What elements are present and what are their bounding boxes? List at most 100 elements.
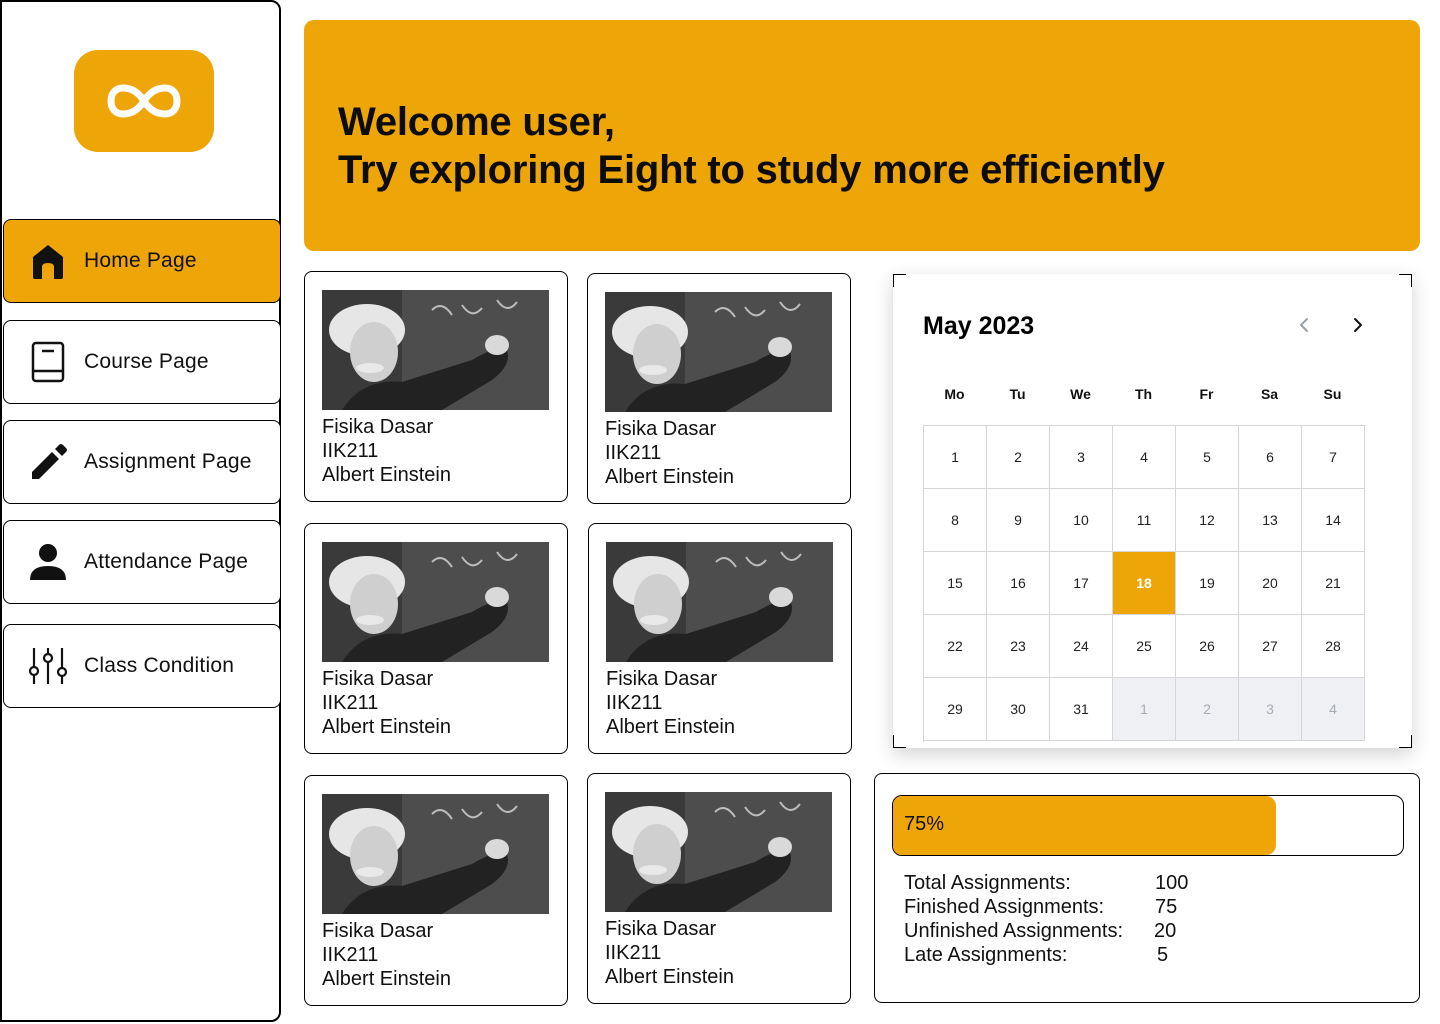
nav-attendance-page[interactable]: Attendance Page bbox=[3, 520, 281, 604]
calendar-day[interactable]: 8 bbox=[924, 489, 987, 552]
calendar-day[interactable]: 5 bbox=[1176, 426, 1239, 489]
calendar-weekday-label: Mo bbox=[944, 386, 965, 402]
course-card[interactable]: Fisika Dasar IIK211 Albert Einstein bbox=[304, 271, 568, 502]
calendar-day[interactable]: 7 bbox=[1302, 426, 1365, 489]
welcome-banner: Welcome user, Try exploring Eight to stu… bbox=[304, 20, 1420, 251]
course-card[interactable]: Fisika Dasar IIK211 Albert Einstein bbox=[304, 775, 568, 1006]
calendar-day[interactable]: 30 bbox=[987, 678, 1050, 741]
calendar-weekday-label: Su bbox=[1323, 386, 1342, 402]
calendar-day[interactable]: 31 bbox=[1050, 678, 1113, 741]
course-code: IIK211 bbox=[322, 944, 379, 966]
course-name: Fisika Dasar bbox=[322, 668, 434, 690]
calendar-day[interactable]: 14 bbox=[1302, 489, 1365, 552]
course-photo-graphic bbox=[322, 290, 549, 410]
calendar-corner bbox=[1399, 274, 1412, 287]
calendar-corner bbox=[1399, 735, 1412, 748]
stat-label: Unfinished Assignments: bbox=[904, 920, 1124, 942]
calendar-day[interactable]: 29 bbox=[924, 678, 987, 741]
stat-label: Late Assignments: bbox=[904, 944, 1068, 966]
course-name: Fisika Dasar bbox=[322, 920, 434, 942]
calendar-weekday-label: Tu bbox=[1009, 386, 1026, 402]
sliders-icon bbox=[26, 644, 70, 688]
course-image bbox=[606, 542, 833, 662]
course-card[interactable]: Fisika Dasar IIK211 Albert Einstein bbox=[304, 523, 568, 754]
progress-label: 75% bbox=[904, 813, 945, 835]
stat-total-assignments: Total Assignments: 100 bbox=[904, 871, 1188, 895]
chevron-right-icon bbox=[1354, 318, 1362, 332]
stat-unfinished-assignments: Unfinished Assignments: 20 bbox=[904, 919, 1176, 943]
calendar-day-other-month[interactable]: 2 bbox=[1176, 678, 1239, 741]
calendar-day[interactable]: 23 bbox=[987, 615, 1050, 678]
nav-course-page-label: Course Page bbox=[84, 350, 209, 373]
nav-class-condition-label: Class Condition bbox=[84, 654, 235, 677]
calendar-day[interactable]: 21 bbox=[1302, 552, 1365, 615]
assignment-stats: 75% Total Assignments: 100 Finished Assi… bbox=[874, 773, 1420, 1003]
welcome-line: Welcome user, bbox=[338, 100, 615, 144]
course-lecturer: Albert Einstein bbox=[605, 466, 734, 488]
course-photo-graphic bbox=[605, 292, 832, 412]
pencil-icon bbox=[26, 440, 70, 484]
chevron-left-icon bbox=[1300, 318, 1308, 332]
calendar-next-button[interactable] bbox=[1347, 314, 1369, 336]
nav-assignment-page-label: Assignment Page bbox=[84, 450, 252, 473]
calendar-prev-button[interactable] bbox=[1293, 314, 1315, 336]
course-code: IIK211 bbox=[605, 442, 662, 464]
stat-finished-assignments: Finished Assignments: 75 bbox=[904, 895, 1177, 919]
stat-label: Finished Assignments: bbox=[904, 896, 1105, 918]
stat-value: 20 bbox=[1154, 920, 1177, 942]
course-card[interactable]: Fisika Dasar IIK211 Albert Einstein bbox=[587, 773, 851, 1004]
calendar-day[interactable]: 9 bbox=[987, 489, 1050, 552]
nav-course-page[interactable]: Course Page bbox=[3, 320, 281, 404]
stat-label: Total Assignments: bbox=[904, 872, 1071, 894]
calendar-day-other-month[interactable]: 1 bbox=[1113, 678, 1176, 741]
calendar-day[interactable]: 22 bbox=[924, 615, 987, 678]
calendar-day[interactable]: 19 bbox=[1176, 552, 1239, 615]
course-code: IIK211 bbox=[606, 692, 663, 714]
course-name: Fisika Dasar bbox=[605, 418, 717, 440]
calendar-day[interactable]: 26 bbox=[1176, 615, 1239, 678]
course-lecturer: Albert Einstein bbox=[322, 464, 451, 486]
course-card[interactable]: Fisika Dasar IIK211 Albert Einstein bbox=[588, 523, 852, 754]
calendar-day[interactable]: 10 bbox=[1050, 489, 1113, 552]
calendar-day[interactable]: 20 bbox=[1239, 552, 1302, 615]
calendar-day[interactable]: 15 bbox=[924, 552, 987, 615]
infinity-icon bbox=[107, 84, 181, 118]
calendar-day[interactable]: 1 bbox=[924, 426, 987, 489]
calendar: May 2023 Mo Tu We Th Fr Sa Su 1 2 3 4 5 6 7 8 9 10 11 12 1… bbox=[893, 274, 1412, 748]
course-code: IIK211 bbox=[605, 942, 662, 964]
calendar-day-other-month[interactable]: 3 bbox=[1239, 678, 1302, 741]
calendar-day[interactable]: 25 bbox=[1113, 615, 1176, 678]
calendar-corner bbox=[893, 735, 906, 748]
calendar-day[interactable]: 24 bbox=[1050, 615, 1113, 678]
nav-assignment-page[interactable]: Assignment Page bbox=[3, 420, 281, 504]
home-icon bbox=[26, 239, 70, 283]
calendar-day[interactable]: 6 bbox=[1239, 426, 1302, 489]
nav-class-condition[interactable]: Class Condition bbox=[3, 624, 281, 708]
calendar-day[interactable]: 11 bbox=[1113, 489, 1176, 552]
calendar-day-selected[interactable]: 18 bbox=[1113, 552, 1176, 615]
calendar-day[interactable]: 3 bbox=[1050, 426, 1113, 489]
course-lecturer: Albert Einstein bbox=[322, 716, 451, 738]
course-card[interactable]: Fisika Dasar IIK211 Albert Einstein bbox=[587, 273, 851, 504]
calendar-day[interactable]: 28 bbox=[1302, 615, 1365, 678]
calendar-grid: 1 2 3 4 5 6 7 8 9 10 11 12 13 14 15 16 17 18 19 20 21 22 23 24 2… bbox=[923, 425, 1366, 742]
stat-late-assignments: Late Assignments: 5 bbox=[904, 943, 1168, 967]
app-logo[interactable] bbox=[74, 50, 214, 152]
calendar-day[interactable]: 16 bbox=[987, 552, 1050, 615]
calendar-day[interactable]: 27 bbox=[1239, 615, 1302, 678]
calendar-day-other-month[interactable]: 4 bbox=[1302, 678, 1365, 741]
calendar-day[interactable]: 17 bbox=[1050, 552, 1113, 615]
calendar-day[interactable]: 13 bbox=[1239, 489, 1302, 552]
nav-home-page[interactable]: Home Page bbox=[3, 219, 281, 303]
course-photo-graphic bbox=[605, 792, 832, 912]
course-lecturer: Albert Einstein bbox=[605, 966, 734, 988]
course-photo-graphic bbox=[322, 794, 549, 914]
course-photo-graphic bbox=[322, 542, 549, 662]
stat-value: 100 bbox=[1155, 872, 1189, 894]
calendar-day[interactable]: 12 bbox=[1176, 489, 1239, 552]
assignment-progress-bar: 75% bbox=[892, 795, 1404, 856]
calendar-day[interactable]: 4 bbox=[1113, 426, 1176, 489]
sidebar: Home Page Course Page Assignment Page At… bbox=[0, 0, 281, 1022]
progress-fill bbox=[893, 796, 1276, 855]
calendar-day[interactable]: 2 bbox=[987, 426, 1050, 489]
